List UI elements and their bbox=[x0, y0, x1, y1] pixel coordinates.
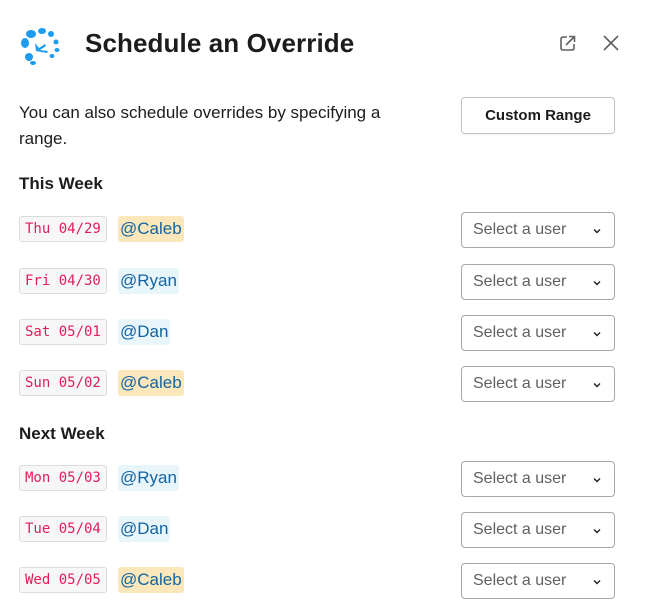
select-placeholder: Select a user bbox=[473, 324, 567, 341]
override-row: Mon 05/03 @Ryan Select a user bbox=[0, 461, 645, 501]
modal-header: Schedule an Override bbox=[0, 0, 645, 90]
select-placeholder: Select a user bbox=[473, 375, 567, 392]
select-user-dropdown[interactable]: Select a user bbox=[461, 461, 615, 497]
user-mention[interactable]: @Caleb bbox=[118, 567, 184, 593]
user-mention[interactable]: @Ryan bbox=[118, 268, 179, 294]
date-code: Tue 05/04 bbox=[19, 516, 107, 542]
user-mention[interactable]: @Ryan bbox=[118, 465, 179, 491]
user-mention[interactable]: @Caleb bbox=[118, 370, 184, 396]
select-user-dropdown[interactable]: Select a user bbox=[461, 264, 615, 300]
date-code: Sat 05/01 bbox=[19, 319, 107, 345]
override-row: Wed 05/05 @Caleb Select a user bbox=[0, 563, 645, 603]
select-placeholder: Select a user bbox=[473, 221, 567, 238]
section-title: Next Week bbox=[19, 424, 105, 443]
select-placeholder: Select a user bbox=[473, 572, 567, 589]
user-mention[interactable]: @Dan bbox=[118, 516, 171, 542]
select-user-dropdown[interactable]: Select a user bbox=[461, 563, 615, 599]
chevron-down-icon bbox=[593, 332, 601, 337]
clock-splash-icon bbox=[21, 28, 60, 65]
date-code: Fri 04/30 bbox=[19, 268, 107, 294]
date-code: Sun 05/02 bbox=[19, 370, 107, 396]
override-row: Sat 05/01 @Dan Select a user bbox=[0, 315, 645, 355]
override-row: Fri 04/30 @Ryan Select a user bbox=[0, 264, 645, 304]
user-mention[interactable]: @Dan bbox=[118, 319, 171, 345]
select-user-dropdown[interactable]: Select a user bbox=[461, 512, 615, 548]
select-placeholder: Select a user bbox=[473, 470, 567, 487]
custom-range-button[interactable]: Custom Range bbox=[461, 97, 615, 134]
select-user-dropdown[interactable]: Select a user bbox=[461, 366, 615, 402]
date-code: Mon 05/03 bbox=[19, 465, 107, 491]
select-user-dropdown[interactable]: Select a user bbox=[461, 212, 615, 248]
chevron-down-icon bbox=[593, 383, 601, 388]
chevron-down-icon bbox=[593, 529, 601, 534]
section-title: This Week bbox=[19, 174, 103, 193]
select-user-dropdown[interactable]: Select a user bbox=[461, 315, 615, 351]
schedule-override-modal: Schedule an Override You can also schedu… bbox=[0, 0, 645, 609]
date-code: Thu 04/29 bbox=[19, 216, 107, 242]
date-code: Wed 05/05 bbox=[19, 567, 107, 593]
override-row: Tue 05/04 @Dan Select a user bbox=[0, 512, 645, 552]
modal-title: Schedule an Override bbox=[85, 28, 355, 58]
chevron-down-icon bbox=[593, 281, 601, 286]
chevron-down-icon bbox=[593, 478, 601, 483]
select-placeholder: Select a user bbox=[473, 273, 567, 290]
override-row: Sun 05/02 @Caleb Select a user bbox=[0, 366, 645, 406]
intro-text: You can also schedule overrides by speci… bbox=[19, 103, 381, 148]
chevron-down-icon bbox=[593, 580, 601, 585]
close-icon bbox=[603, 35, 619, 51]
select-placeholder: Select a user bbox=[473, 521, 567, 538]
user-mention[interactable]: @Caleb bbox=[118, 216, 184, 242]
override-row: Thu 04/29 @Caleb Select a user bbox=[0, 212, 645, 252]
external-link-icon bbox=[560, 35, 576, 51]
popout-button[interactable] bbox=[555, 30, 581, 56]
chevron-down-icon bbox=[593, 229, 601, 234]
close-button[interactable] bbox=[598, 30, 624, 56]
